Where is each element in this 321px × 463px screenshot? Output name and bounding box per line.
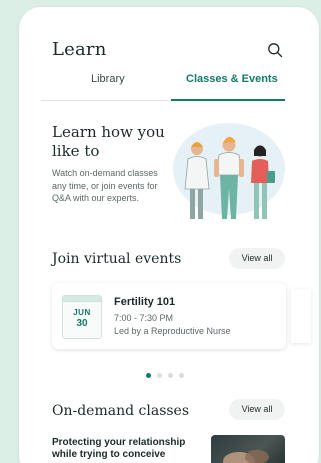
search-icon[interactable] <box>267 42 283 58</box>
class-photo <box>223 450 269 463</box>
page-title: Learn <box>52 39 107 60</box>
carousel-dot[interactable] <box>146 373 151 378</box>
calendar-icon <box>63 296 101 302</box>
on-demand-title: On-demand classes <box>52 403 190 419</box>
event-day: 30 <box>76 318 88 329</box>
tab-classes-events[interactable]: Classes & Events <box>186 73 278 85</box>
event-time: 7:00 - 7:30 PM <box>114 313 174 323</box>
carousel-dot[interactable] <box>179 373 184 378</box>
app-screen: Learn Library Classes & Events Learn how… <box>19 7 319 463</box>
virtual-events-title: Join virtual events <box>52 251 182 267</box>
active-tab-indicator <box>171 99 285 101</box>
next-event-card[interactable] <box>291 289 311 343</box>
carousel-dots <box>146 365 190 378</box>
hero-description: Watch on-demand classes any time, or joi… <box>52 168 158 203</box>
event-date-tile: JUN 30 <box>62 295 102 339</box>
event-title: Fertility 101 <box>114 296 176 308</box>
carousel-dot[interactable] <box>157 373 162 378</box>
tab-bar: Library Classes & Events <box>41 71 285 101</box>
tab-library[interactable]: Library <box>91 73 125 85</box>
view-all-classes-button[interactable]: View all <box>229 399 285 420</box>
hero-title: Learn how you like to <box>52 123 165 160</box>
view-all-events-button[interactable]: View all <box>229 248 285 269</box>
class-title[interactable]: Protecting your relationship while tryin… <box>52 437 202 461</box>
event-card[interactable]: JUN 30 Fertility 101 7:00 - 7:30 PM Led … <box>52 283 286 349</box>
class-thumbnail[interactable] <box>211 435 285 463</box>
carousel-dot[interactable] <box>168 373 173 378</box>
people-illustration <box>173 123 285 219</box>
event-month: JUN <box>73 308 91 317</box>
event-host: Led by a Reproductive Nurse <box>114 326 231 336</box>
